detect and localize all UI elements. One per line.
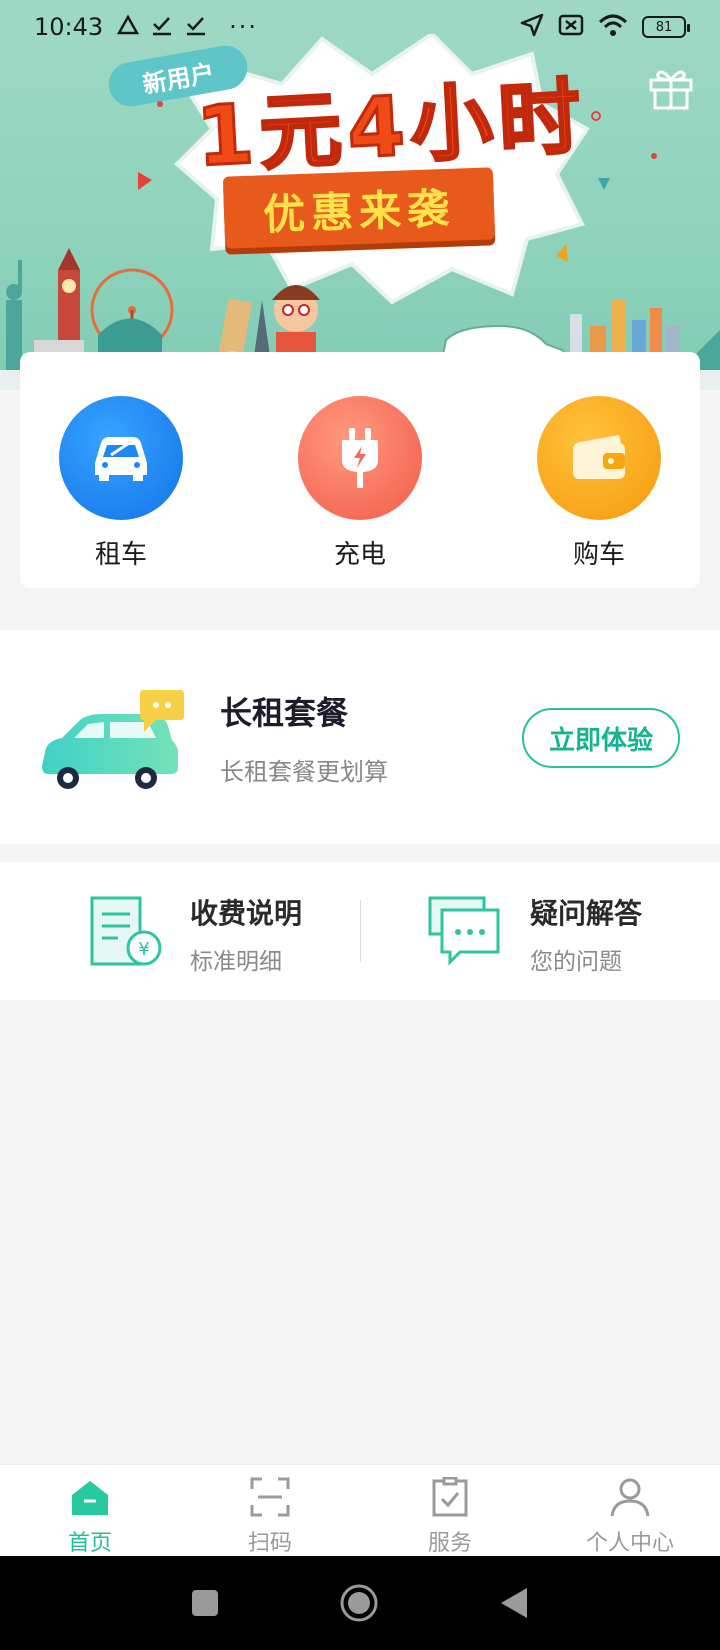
promo-banner[interactable]: 新用户 1元4小时 优惠来袭 xyxy=(0,0,720,390)
home-icon xyxy=(70,1477,110,1521)
svg-text:¥: ¥ xyxy=(138,939,149,960)
long-rent-title: 长租套餐 xyxy=(220,694,349,732)
person-icon xyxy=(610,1477,650,1521)
menu-item-label: 购车 xyxy=(572,540,625,570)
tab-scan[interactable]: 扫码 xyxy=(180,1465,360,1556)
no-sim-icon xyxy=(558,14,584,40)
gift-icon[interactable] xyxy=(648,66,694,114)
more-notifications-icon: ··· xyxy=(229,13,259,41)
tab-home[interactable]: 首页 xyxy=(0,1465,180,1556)
checkmark-download-icon xyxy=(151,14,173,40)
location-arrow-icon xyxy=(520,13,544,41)
car-icon xyxy=(59,396,183,520)
fee-document-icon: ¥ xyxy=(88,894,164,972)
nav-label: 个人中心 xyxy=(585,1531,674,1556)
long-rent-section[interactable]: 长租套餐 长租套餐更划算 立即体验 xyxy=(0,630,720,844)
nav-label: 服务 xyxy=(427,1531,472,1556)
back-icon[interactable] xyxy=(499,1586,529,1620)
try-now-button[interactable]: 立即体验 xyxy=(522,708,680,768)
system-navigation-bar xyxy=(0,1556,720,1650)
menu-item-charge[interactable]: 充电 xyxy=(297,396,423,588)
bottom-nav: 首页 扫码 服务 个人中心 xyxy=(0,1464,720,1556)
info-subtitle: 您的问题 xyxy=(530,949,622,975)
scan-icon xyxy=(250,1477,290,1521)
info-row: ¥ 收费说明 标准明细 疑问解答 您的问题 xyxy=(0,862,720,1000)
menu-item-rent-car[interactable]: 租车 xyxy=(58,396,184,588)
menu-item-label: 租车 xyxy=(94,540,147,570)
checkmark-download-icon xyxy=(185,14,207,40)
drive-icon xyxy=(117,14,140,39)
menu-item-label: 充电 xyxy=(333,540,386,570)
info-subtitle: 标准明细 xyxy=(190,949,282,975)
service-clipboard-icon xyxy=(430,1476,470,1521)
info-title: 收费说明 xyxy=(190,897,303,930)
wallet-icon xyxy=(537,396,661,520)
quick-menu-card: 租车 充电 购车 xyxy=(20,352,700,588)
recent-apps-icon[interactable] xyxy=(191,1589,219,1617)
wifi-icon xyxy=(598,14,628,40)
status-time: 10:43 xyxy=(34,13,104,41)
battery-icon: 81 xyxy=(642,16,690,38)
long-rent-subtitle: 长租套餐更划算 xyxy=(220,758,388,786)
plug-icon xyxy=(298,396,422,520)
faq-item[interactable]: 疑问解答 您的问题 xyxy=(360,862,720,1000)
tab-profile[interactable]: 个人中心 xyxy=(540,1465,720,1556)
info-title: 疑问解答 xyxy=(530,897,643,930)
status-bar: 10:43 ··· 81 xyxy=(0,0,720,54)
nav-label: 扫码 xyxy=(247,1531,292,1556)
car-chat-illustration xyxy=(40,690,200,794)
menu-item-buy-car[interactable]: 购车 xyxy=(536,396,662,588)
home-button-icon[interactable] xyxy=(339,1583,379,1623)
tab-service[interactable]: 服务 xyxy=(360,1465,540,1556)
fee-explanation-item[interactable]: ¥ 收费说明 标准明细 xyxy=(0,862,360,1000)
nav-label: 首页 xyxy=(67,1531,112,1556)
chat-bubbles-icon xyxy=(426,894,502,970)
